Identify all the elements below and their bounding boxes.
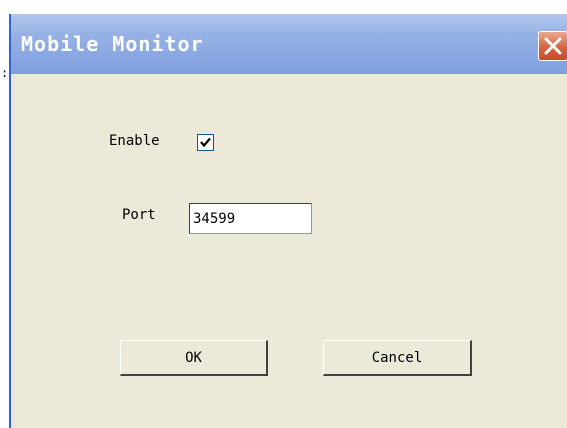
window-title: Mobile Monitor — [21, 32, 204, 56]
port-label: Port — [122, 207, 156, 223]
cancel-button-label: Cancel — [371, 349, 423, 366]
ok-button[interactable]: OK — [120, 340, 268, 376]
cancel-button[interactable]: Cancel — [323, 340, 472, 376]
stray-colon-text: : — [1, 66, 9, 80]
enable-label: Enable — [109, 133, 160, 149]
close-icon — [544, 37, 562, 55]
ok-button-label: OK — [185, 349, 202, 366]
close-button[interactable] — [538, 31, 567, 61]
enable-checkbox[interactable] — [197, 134, 214, 151]
mobile-monitor-dialog: Mobile Monitor Enable Port OK Cancel — [9, 14, 567, 428]
port-input[interactable] — [189, 203, 312, 234]
title-bar[interactable]: Mobile Monitor — [11, 14, 567, 74]
checkmark-icon — [200, 137, 211, 148]
